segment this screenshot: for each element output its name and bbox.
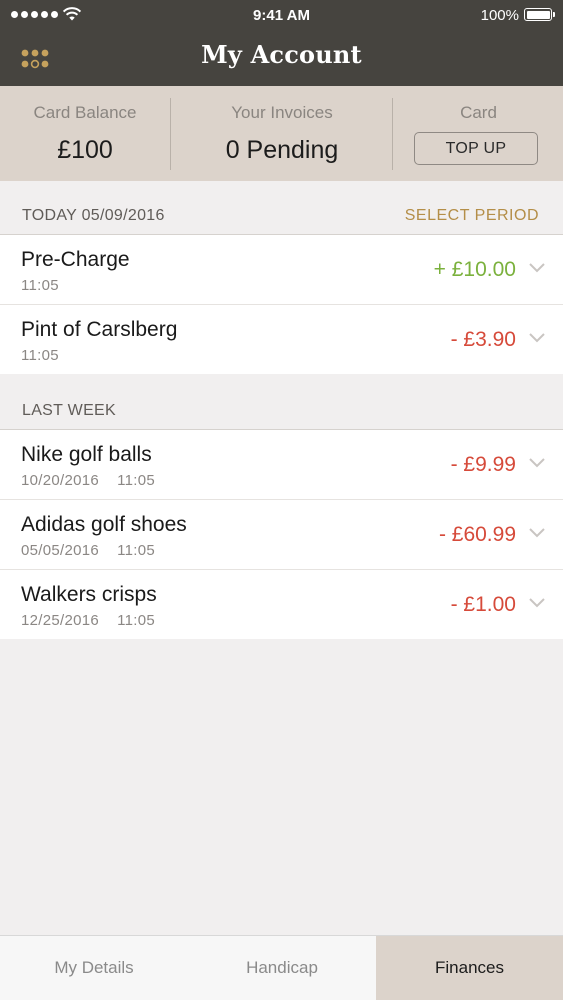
transaction-amount: - £3.90 (450, 328, 516, 351)
section-heading: TODAY 05/09/2016 (22, 207, 165, 224)
transaction-name: Pre-Charge (21, 248, 130, 271)
transaction-row[interactable]: Nike golf balls 10/20/2016 11:05 - £9.99 (0, 430, 563, 500)
transaction-time: 11:05 (117, 472, 156, 489)
tab-bar: My Details Handicap Finances (0, 935, 563, 1000)
invoices-panel: Your Invoices 0 Pending (172, 86, 392, 181)
transaction-date: 10/20/2016 (21, 472, 100, 489)
section-header-today: TODAY 05/09/2016 SELECT PERIOD (0, 181, 563, 235)
transaction-date: 05/05/2016 (21, 542, 100, 559)
transaction-meta: 10/20/2016 11:05 (21, 472, 155, 489)
summary-divider (170, 98, 171, 170)
top-bar: 9:41 AM 100% My Account (0, 0, 563, 86)
transaction-list-today: Pre-Charge 11:05 + £10.00 Pint of Carslb… (0, 235, 563, 374)
transaction-time: 11:05 (117, 612, 156, 629)
invoices-label: Your Invoices (231, 103, 333, 122)
transaction-row[interactable]: Walkers crisps 12/25/2016 11:05 - £1.00 (0, 570, 563, 639)
account-summary: Card Balance £100 Your Invoices 0 Pendin… (0, 86, 563, 181)
transaction-amount: + £10.00 (433, 258, 516, 281)
transaction-date: 12/25/2016 (21, 612, 100, 629)
card-balance-value: £100 (57, 136, 113, 164)
card-panel: Card TOP UP (394, 86, 563, 181)
section-header-last-week: LAST WEEK (0, 376, 563, 430)
transaction-name: Adidas golf shoes (21, 513, 187, 536)
transaction-row[interactable]: Adidas golf shoes 05/05/2016 11:05 - £60.… (0, 500, 563, 570)
top-up-button[interactable]: TOP UP (414, 132, 538, 165)
transaction-name: Pint of Carslberg (21, 318, 178, 341)
section-heading: LAST WEEK (22, 402, 116, 419)
transaction-time: 11:05 (21, 277, 59, 294)
chevron-down-icon[interactable] (528, 457, 546, 469)
chevron-down-icon[interactable] (528, 527, 546, 539)
card-balance-label: Card Balance (33, 103, 137, 122)
battery-percentage: 100% (480, 7, 519, 24)
transaction-meta: 11:05 (21, 277, 59, 294)
card-label: Card (460, 103, 497, 122)
transaction-list-last-week: Nike golf balls 10/20/2016 11:05 - £9.99 … (0, 430, 563, 639)
chevron-down-icon[interactable] (528, 332, 546, 344)
transaction-time: 11:05 (117, 542, 156, 559)
summary-divider (392, 98, 393, 170)
transaction-meta: 11:05 (21, 347, 59, 364)
chevron-down-icon[interactable] (528, 597, 546, 609)
tab-handicap[interactable]: Handicap (188, 936, 376, 1000)
transaction-meta: 05/05/2016 11:05 (21, 542, 155, 559)
battery-icon (524, 8, 555, 21)
transaction-amount: - £60.99 (438, 523, 516, 546)
transaction-row[interactable]: Pre-Charge 11:05 + £10.00 (0, 235, 563, 305)
transaction-meta: 12/25/2016 11:05 (21, 612, 155, 629)
status-bar: 9:41 AM 100% (0, 0, 563, 32)
transaction-name: Walkers crisps (21, 583, 157, 606)
transaction-time: 11:05 (21, 347, 59, 364)
status-time: 9:41 AM (253, 7, 310, 24)
transaction-name: Nike golf balls (21, 443, 152, 466)
card-balance-panel: Card Balance £100 (0, 86, 170, 181)
tab-finances[interactable]: Finances (376, 936, 563, 1000)
transaction-amount: - £9.99 (450, 453, 516, 476)
transaction-amount: - £1.00 (450, 593, 516, 616)
tab-my-details[interactable]: My Details (0, 936, 188, 1000)
invoices-value: 0 Pending (225, 136, 339, 164)
select-period-link[interactable]: SELECT PERIOD (405, 207, 539, 225)
transaction-row[interactable]: Pint of Carslberg 11:05 - £3.90 (0, 305, 563, 374)
page-title: My Account (201, 40, 362, 69)
chevron-down-icon[interactable] (528, 262, 546, 274)
